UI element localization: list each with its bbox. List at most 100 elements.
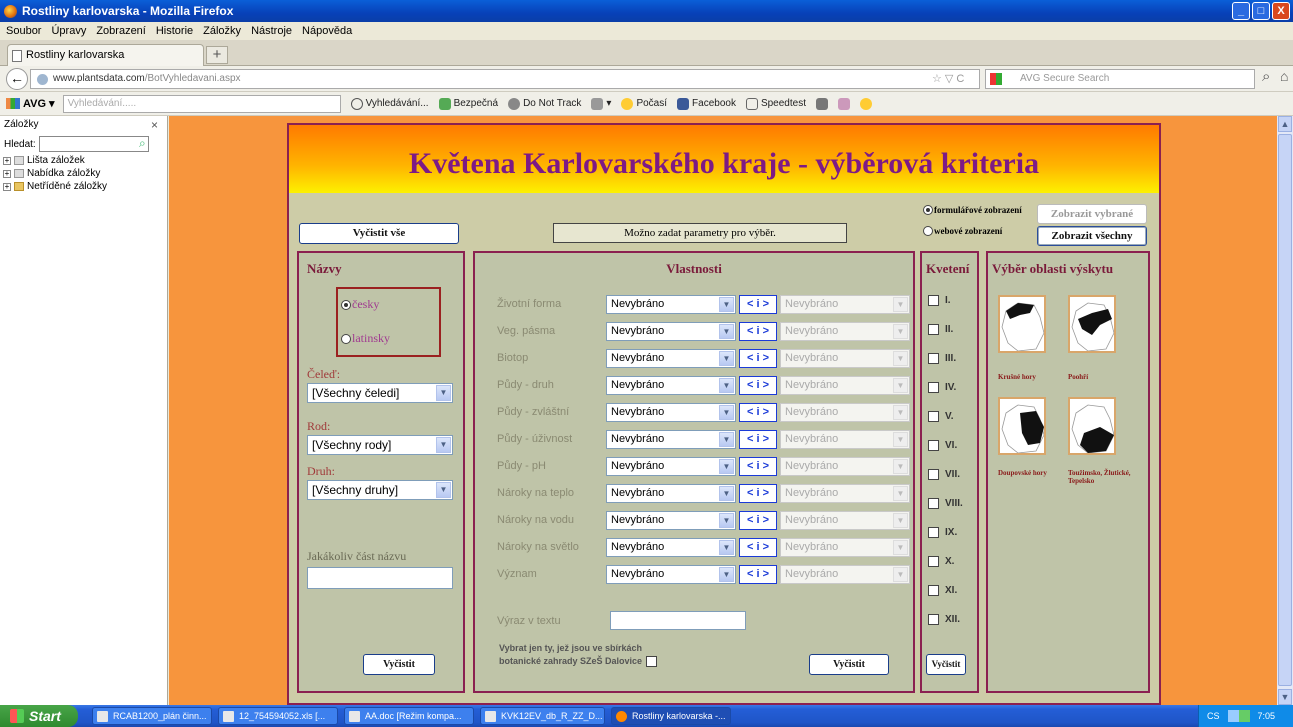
sidebar-item-netridene[interactable]: + Netříděné záložky [0, 180, 167, 193]
avg-dnt-button[interactable]: Do Not Track [508, 97, 581, 110]
view-form-radio[interactable]: formulářové zobrazení [923, 205, 1022, 215]
clear-all-button[interactable]: Vyčistit vše [299, 223, 459, 244]
show-selected-button[interactable]: Zobrazit vybrané [1037, 204, 1147, 224]
search-icon[interactable]: ⌕ [1262, 68, 1270, 85]
vertical-scrollbar[interactable]: ▲ ▼ [1277, 116, 1293, 705]
scroll-thumb[interactable] [1278, 134, 1292, 686]
tab-rostliny[interactable]: Rostliny karlovarska [7, 44, 204, 66]
clear-names-button[interactable]: Vyčistit [363, 654, 435, 675]
month-checkbox[interactable]: IX. [928, 527, 957, 538]
avg-smiley-button[interactable] [860, 97, 872, 110]
range-button[interactable]: < i > [739, 538, 777, 557]
month-checkbox[interactable]: III. [928, 353, 956, 364]
czech-radio[interactable]: česky [341, 297, 379, 312]
property-select[interactable]: Nevybráno ▼ [606, 403, 736, 422]
range-button[interactable]: < i > [739, 322, 777, 341]
species-select[interactable]: [Všechny druhy] ▼ [307, 480, 453, 500]
property-select[interactable]: Nevybráno ▼ [606, 322, 736, 341]
month-checkbox[interactable]: I. [928, 295, 951, 306]
tray-icons[interactable] [1227, 710, 1250, 722]
menu-napoveda[interactable]: Nápověda [302, 25, 352, 37]
avg-weather-button[interactable]: Počasí [621, 97, 667, 110]
sidebar-search-input[interactable]: ⌕ [38, 136, 149, 152]
scroll-up-icon[interactable]: ▲ [1278, 116, 1292, 132]
url-bar[interactable]: www.plantsdata.com/BotVyhledavani.aspx [30, 69, 980, 89]
month-checkbox[interactable]: XI. [928, 585, 957, 596]
property-select[interactable]: Nevybráno ▼ [606, 295, 736, 314]
month-checkbox[interactable]: IV. [928, 382, 956, 393]
map-poohri[interactable] [1068, 295, 1116, 353]
map-doupovske-hory[interactable] [998, 397, 1046, 455]
month-checkbox[interactable]: VI. [928, 440, 957, 451]
genus-select[interactable]: [Všechny rody] ▼ [307, 435, 453, 455]
range-button[interactable]: < i > [739, 430, 777, 449]
property-select[interactable]: Nevybráno ▼ [606, 457, 736, 476]
property-select[interactable]: Nevybráno ▼ [606, 565, 736, 584]
expand-icon[interactable]: + [3, 169, 11, 178]
range-button[interactable]: < i > [739, 295, 777, 314]
avg-facebook-button[interactable]: Facebook [677, 97, 736, 110]
back-button[interactable]: ← [6, 68, 28, 90]
view-web-radio[interactable]: webové zobrazení [923, 226, 1002, 236]
avg-secure-button[interactable]: Bezpečná [438, 97, 498, 110]
avg-trash-button[interactable]: ▾ [591, 97, 611, 110]
clear-properties-button[interactable]: Vyčistit [809, 654, 889, 675]
range-button[interactable]: < i > [739, 403, 777, 422]
garden-checkbox[interactable] [646, 656, 658, 667]
month-checkbox[interactable]: XII. [928, 614, 960, 625]
search-input[interactable]: AVG Secure Search [985, 69, 1255, 89]
range-button[interactable]: < i > [739, 565, 777, 584]
family-select[interactable]: [Všechny čeledi] ▼ [307, 383, 453, 403]
range-button[interactable]: < i > [739, 484, 777, 503]
start-button[interactable]: Start [0, 705, 78, 727]
avg-edit-button[interactable] [838, 97, 850, 110]
avg-speedtest-button[interactable]: Speedtest [745, 97, 806, 110]
new-tab-button[interactable]: + [206, 46, 228, 64]
menu-zalozky[interactable]: Záložky [203, 25, 241, 37]
month-checkbox[interactable]: V. [928, 411, 954, 422]
expand-icon[interactable]: + [3, 156, 11, 165]
language-indicator[interactable]: CS [1207, 711, 1220, 721]
minimize-button[interactable]: _ [1232, 2, 1250, 20]
expand-icon[interactable]: + [3, 182, 11, 191]
avg-search-button[interactable]: Vyhledávání... [350, 97, 429, 110]
task-xls[interactable]: 12_754594052.xls [... [218, 707, 338, 725]
avg-logo[interactable]: AVG ▾ [6, 97, 55, 110]
month-checkbox[interactable]: VIII. [928, 498, 963, 509]
property-select[interactable]: Nevybráno ▼ [606, 511, 736, 530]
text-search-input[interactable] [610, 611, 746, 630]
menu-nastroje[interactable]: Nástroje [251, 25, 292, 37]
month-checkbox[interactable]: X. [928, 556, 954, 567]
latin-radio[interactable]: latinsky [341, 331, 390, 346]
anypart-input[interactable] [307, 567, 453, 589]
property-select[interactable]: Nevybráno ▼ [606, 349, 736, 368]
task-doc[interactable]: AA.doc [Režim kompa... [344, 707, 474, 725]
task-kvk[interactable]: KVK12EV_db_R_ZZ_D... [480, 707, 605, 725]
menu-zobrazeni[interactable]: Zobrazení [96, 25, 146, 37]
property-select[interactable]: Nevybráno ▼ [606, 538, 736, 557]
avg-notes-button[interactable] [816, 97, 828, 110]
range-button[interactable]: < i > [739, 457, 777, 476]
map-krusne-hory[interactable] [998, 295, 1046, 353]
clock[interactable]: 7:05 [1258, 711, 1276, 721]
range-button[interactable]: < i > [739, 511, 777, 530]
property-select[interactable]: Nevybráno ▼ [606, 484, 736, 503]
month-checkbox[interactable]: VII. [928, 469, 960, 480]
menu-upravy[interactable]: Úpravy [51, 25, 86, 37]
range-button[interactable]: < i > [739, 376, 777, 395]
close-icon[interactable]: × [151, 118, 158, 132]
menu-soubor[interactable]: Soubor [6, 25, 41, 37]
task-rcab[interactable]: RCAB1200_plán činn... [92, 707, 212, 725]
maximize-button[interactable]: □ [1252, 2, 1270, 20]
range-button[interactable]: < i > [739, 349, 777, 368]
clear-flowering-button[interactable]: Vyčistit [926, 654, 966, 675]
property-select[interactable]: Nevybráno ▼ [606, 430, 736, 449]
avg-search-input[interactable]: Vyhledávání..... [62, 94, 341, 113]
bookmark-star-icon[interactable]: ☆ ▽ C [932, 72, 964, 85]
property-select[interactable]: Nevybráno ▼ [606, 376, 736, 395]
task-firefox[interactable]: Rostliny karlovarska -... [611, 707, 731, 725]
month-checkbox[interactable]: II. [928, 324, 953, 335]
home-icon[interactable]: ⌂ [1280, 68, 1288, 84]
map-touzimsko[interactable] [1068, 397, 1116, 455]
sidebar-item-lista[interactable]: + Lišta záložek [0, 154, 167, 167]
